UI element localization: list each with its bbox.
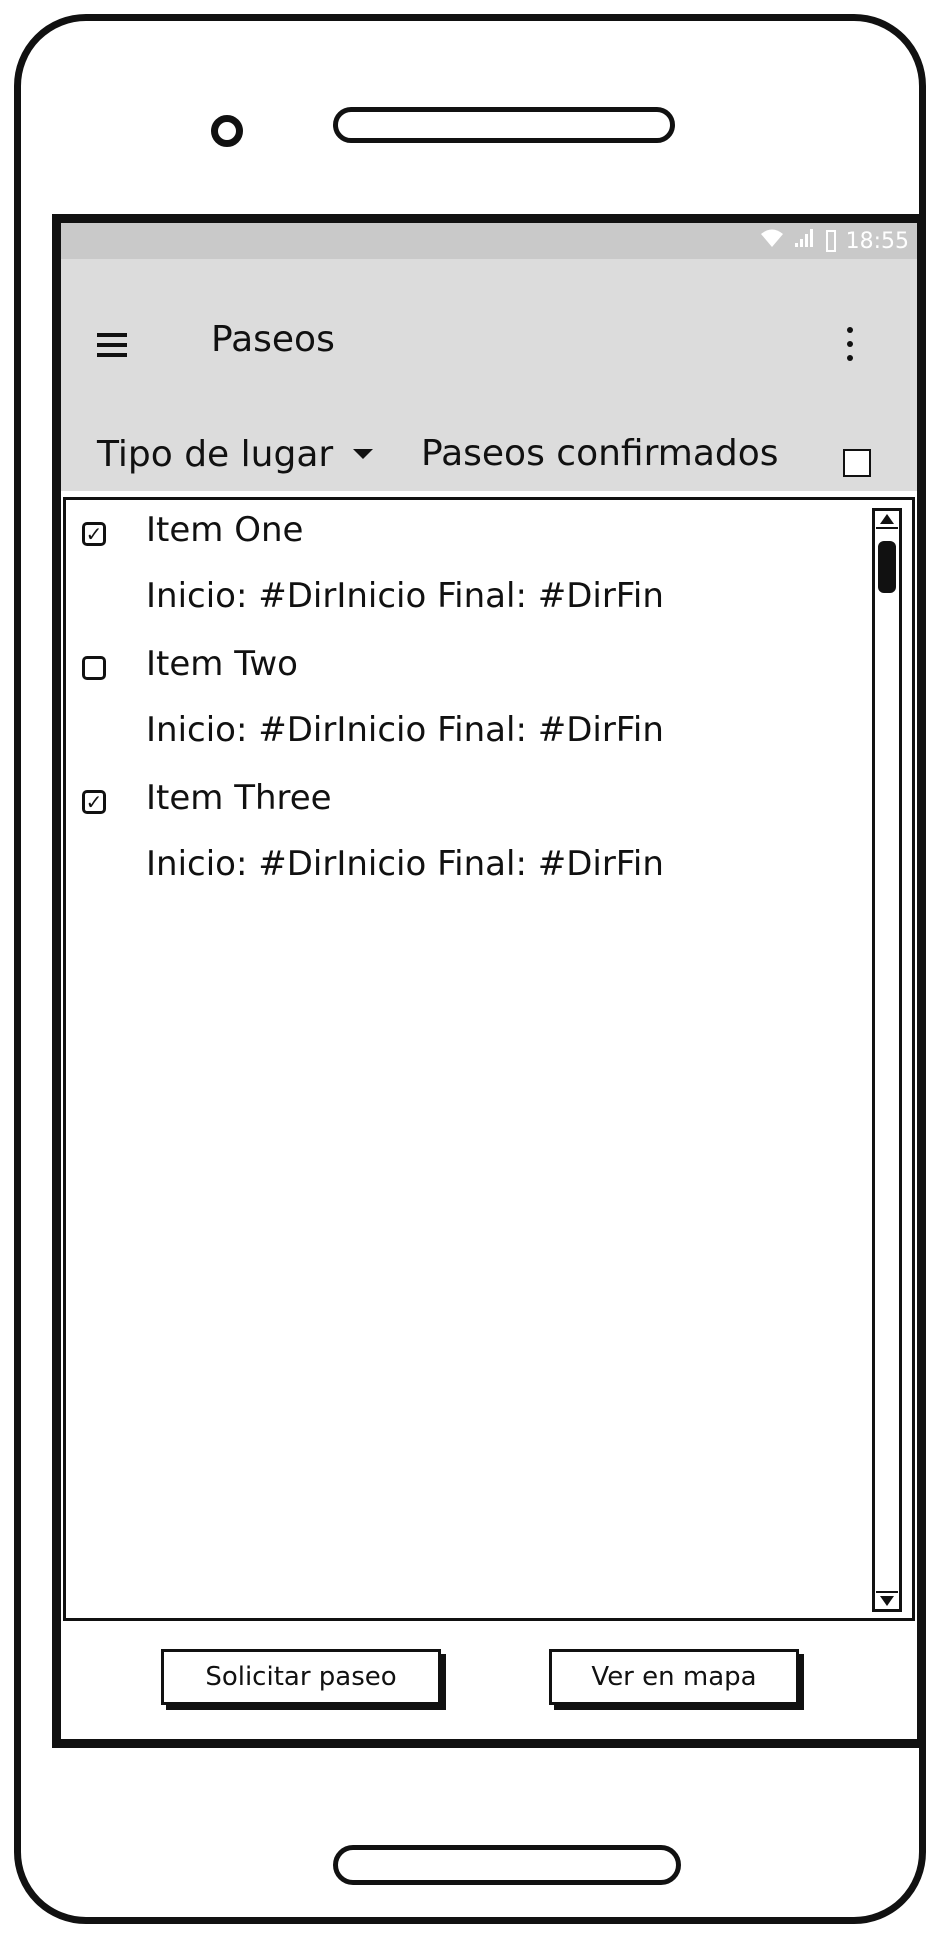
confirmed-walks-label: Paseos confirmados xyxy=(421,433,779,474)
item-detail: Inicio: #DirInicio Final: #DirFin xyxy=(146,710,664,750)
item-title: Item Three xyxy=(146,778,332,818)
wifi-icon xyxy=(760,228,784,254)
item-checkbox[interactable]: ✓ xyxy=(82,522,106,546)
status-icons: 18:55 xyxy=(760,227,909,255)
bottom-action-bar: Solicitar paseo Ver en mapa xyxy=(61,1621,917,1739)
vertical-ellipsis-icon[interactable] xyxy=(841,327,861,363)
item-checkbox[interactable]: ✓ xyxy=(82,790,106,814)
item-detail: Inicio: #DirInicio Final: #DirFin xyxy=(146,844,664,884)
home-button[interactable] xyxy=(333,1845,681,1885)
status-time: 18:55 xyxy=(845,228,909,254)
hamburger-menu-icon[interactable] xyxy=(97,333,127,357)
item-detail: Inicio: #DirInicio Final: #DirFin xyxy=(146,576,664,616)
item-title: Item One xyxy=(146,510,304,550)
item-checkbox[interactable] xyxy=(82,656,106,680)
status-bar: 18:55 xyxy=(61,223,917,259)
confirmed-walks-checkbox[interactable] xyxy=(843,449,871,477)
app-screen: 18:55 Paseos Tipo de lugar Paseos confir… xyxy=(52,214,926,1748)
dropdown-arrow-icon xyxy=(353,449,374,459)
signal-icon xyxy=(794,228,816,254)
place-type-dropdown[interactable]: Tipo de lugar xyxy=(97,429,374,479)
scroll-up-icon[interactable] xyxy=(876,511,898,529)
scroll-down-icon[interactable] xyxy=(876,1591,898,1609)
view-map-button[interactable]: Ver en mapa xyxy=(549,1649,799,1705)
app-bar: Paseos Tipo de lugar Paseos confirmados xyxy=(61,259,917,491)
speaker-grille xyxy=(333,107,675,143)
page-title: Paseos xyxy=(211,319,335,360)
list-scrollbar[interactable] xyxy=(872,508,902,1612)
place-type-label: Tipo de lugar xyxy=(97,433,334,475)
request-walk-button[interactable]: Solicitar paseo xyxy=(161,1649,441,1705)
item-title: Item Two xyxy=(146,644,298,684)
battery-icon xyxy=(825,230,836,252)
walks-list: ✓ Item One Inicio: #DirInicio Final: #Di… xyxy=(63,497,915,1621)
camera-icon xyxy=(211,115,243,147)
scroll-thumb[interactable] xyxy=(878,541,896,593)
